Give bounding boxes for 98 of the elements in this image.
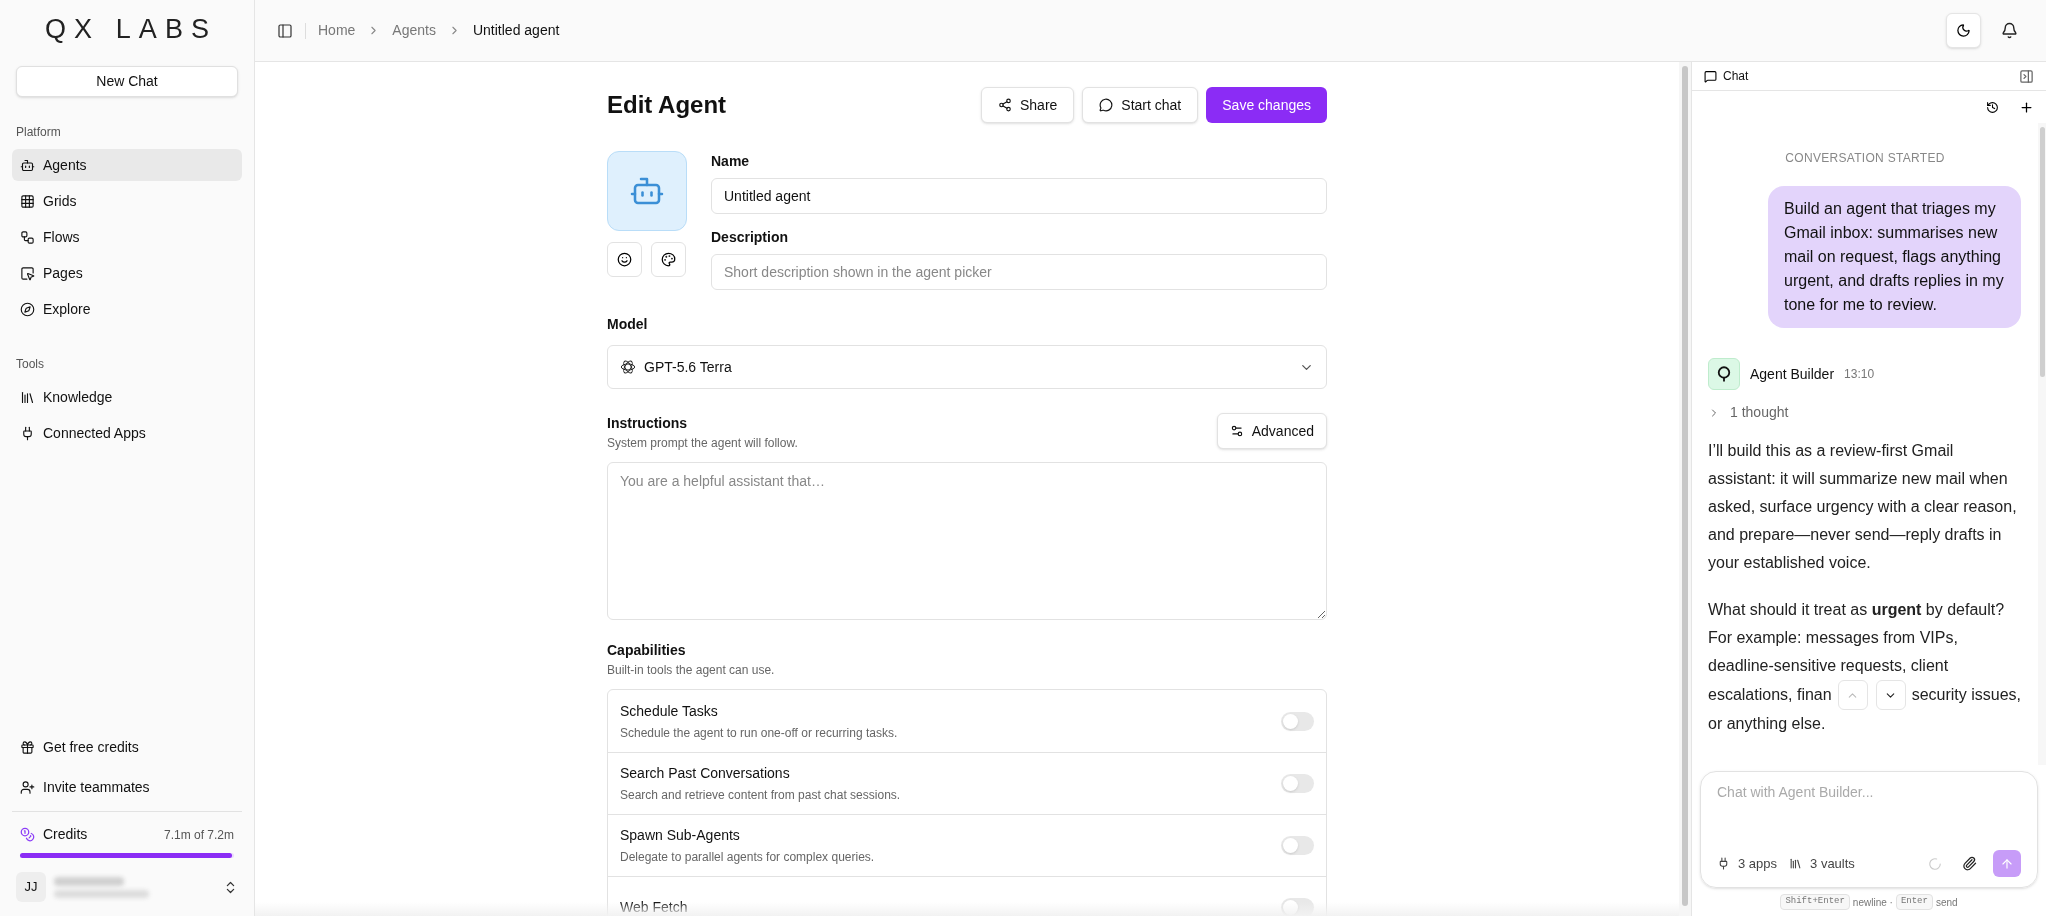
key-hint: Shift+Enter [1780,894,1850,910]
capability-description: Schedule the agent to run one-off or recurring tasks. [620,724,899,742]
sidebar-link[interactable]: Get free credits [12,731,242,763]
brand-logo: QX LABS [43,12,218,46]
emoji-button[interactable] [607,242,642,277]
color-button[interactable] [651,242,686,277]
key-hint: Enter [1895,894,1933,910]
grid-icon [20,193,35,209]
credits-label: Credits [43,825,88,844]
capability-description: Delegate to parallel agents for complex queries. [620,849,876,866]
plus-icon[interactable] [2019,99,2034,115]
new-chat-button[interactable]: New Chat [16,66,238,97]
history-icon[interactable] [1986,100,1999,114]
field-label: Name [711,152,751,171]
page-title: Edit Agent [607,90,727,120]
sidebar-item[interactable]: Knowledge [12,381,242,413]
action-button[interactable]: Share [981,87,1075,123]
conversation-divider: CONVERSATION STARTED [1784,150,1946,167]
agent-message: I’ll build this as a review-first Gmail assistant: it will summarize new mail when asked, surface urgency with a clear reason, and prepare—never send—reply drafts in your established voice. [1708,441,2018,573]
credits-reading: 7.1m of 7.2m [163,826,234,844]
library-icon [20,389,35,405]
agent-avatar-tile[interactable] [607,151,687,231]
sidebar-item[interactable]: Agents [12,149,242,181]
sidebar-item[interactable]: Grids [12,185,242,217]
user-plus-icon [20,779,35,795]
sidebar-item[interactable]: Explore [12,293,242,325]
sidebar-item[interactable]: Connected Apps [12,417,242,449]
moon-icon [1956,23,1971,38]
library-icon [1789,857,1803,870]
vaults-chip[interactable]: 3 vaults [1789,853,1855,874]
breadcrumb-link[interactable]: Untitled agent [472,20,560,41]
spinner-icon [1928,856,1942,871]
toggle-switch[interactable] [1281,898,1314,916]
section-heading: Tools [15,356,45,373]
speech-bubble-icon [1099,98,1114,112]
section-title: Capabilities [607,641,687,660]
user-message: Build an agent that triages my Gmail inbox: summarises new mail on request, flags anything urgent, and drafts replies in my tone for me to review. [1768,186,2021,328]
toggle-switch[interactable] [1281,774,1314,793]
compass-icon [20,301,35,317]
field-label: Instructions [607,414,689,433]
action-button[interactable]: Start chat [1082,87,1199,123]
hint-text: newline · [1852,895,1893,910]
section-heading: Platform [15,124,62,141]
pointer-square-icon [20,265,35,281]
hint-text: send [1935,895,1958,910]
theme-toggle-button[interactable] [1946,13,1981,48]
sidebar-toggle-icon[interactable] [277,22,293,39]
section-hint: Built-in tools the agent can use. [607,662,776,679]
instructions-field[interactable]: You are a helpful assistant that… [607,462,1327,620]
capability-description: Search and retrieve content from past chat sessions. [620,787,902,804]
apps-chip[interactable]: 3 apps [1717,853,1778,874]
scrollbar[interactable] [1679,62,1691,916]
name-field[interactable]: Untitled agent [711,178,1327,214]
advanced-button[interactable]: Advanced [1216,413,1327,449]
sidebar-item[interactable]: Pages [12,257,242,289]
capability-name: Schedule Tasks [620,701,719,721]
toggle-switch[interactable] [1281,711,1314,731]
thought-toggle[interactable]: 1 thought [1708,402,2022,423]
robot-icon [20,157,35,173]
field-hint: System prompt the agent will follow. [607,435,798,452]
model-select[interactable]: GPT-5.6 Terra [607,345,1327,389]
knot-logo-icon [620,359,636,375]
gift-icon [20,739,35,755]
panel-collapse-icon[interactable] [2019,68,2034,84]
toggle-switch[interactable] [1281,836,1314,855]
breadcrumb-link[interactable]: Home [318,20,356,41]
plug-icon [20,425,35,441]
chat-scrollbar[interactable] [2038,123,2046,765]
capability-name: Spawn Sub-Agents [620,826,741,845]
sliders-icon [1229,424,1244,438]
breadcrumb-link[interactable]: Agents [392,20,436,41]
arrow-up-icon [2000,856,2014,871]
paperclip-icon[interactable] [1962,856,1977,871]
field-label: Model [607,315,649,334]
plug-icon [1717,857,1730,870]
agent-name: Agent Builder [1750,364,1835,384]
message-time: 13:10 [1844,366,1875,383]
save-button[interactable]: Save changes [1206,87,1327,123]
balloon-icon [1715,365,1733,383]
capability-name: Web Fetch [620,898,689,916]
description-field[interactable]: Short description shown in the agent picker [711,254,1327,290]
flow-icon [20,229,35,245]
agent-question-part: security issues, [1911,685,2021,705]
sidebar-item[interactable]: Flows [12,221,242,253]
coins-icon [20,827,35,842]
chat-icon [1704,69,1717,83]
panel-title: Chat [1723,68,1749,85]
bell-icon[interactable] [2001,22,2018,39]
smile-icon [617,252,632,267]
capability-name: Search Past Conversations [620,764,791,783]
share-icon [998,98,1012,112]
chat-input-field[interactable]: Chat with Agent Builder... [1717,782,2021,803]
agent-question-part: escalations, finan [1708,685,1832,705]
user-avatar[interactable]: JJ [16,872,46,902]
palette-icon [661,252,676,267]
field-label: Description [711,228,789,247]
agent-question-end: or anything else. [1708,714,1826,734]
sidebar-link[interactable]: Invite teammates [12,771,242,803]
